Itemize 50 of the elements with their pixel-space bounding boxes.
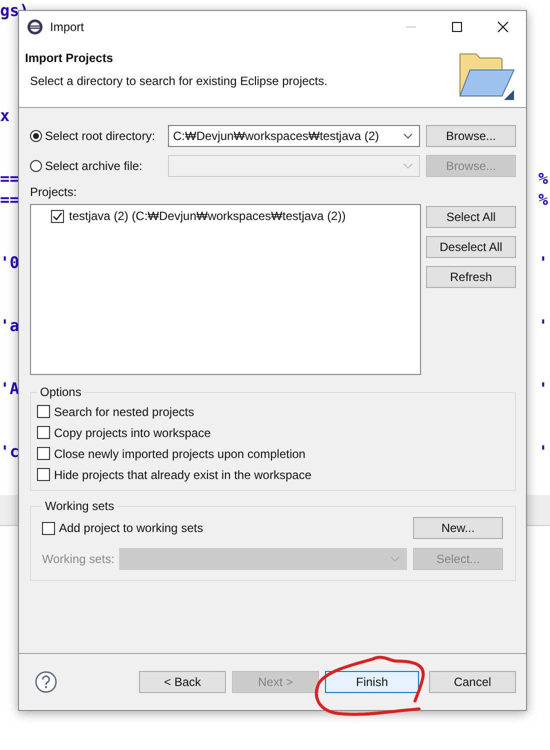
browse-button[interactable]: Browse...: [426, 125, 516, 147]
checkbox-label: Search for nested projects: [54, 404, 194, 418]
code-text: ': [538, 378, 548, 399]
project-item[interactable]: testjava (2) (C:₩Devjun₩workspaces₩testjava (2)): [69, 209, 346, 223]
code-text: 'a: [0, 315, 20, 336]
radio-label: Select root directory:: [45, 129, 156, 143]
code-text: 'c: [0, 441, 20, 462]
checkbox[interactable]: [37, 405, 50, 418]
code-text: ': [538, 315, 548, 336]
code-text: ==: [0, 189, 20, 210]
list-action-button[interactable]: Select All: [426, 206, 516, 228]
radio-button[interactable]: [30, 130, 42, 142]
code-text: ': [538, 252, 548, 273]
checkbox[interactable]: [51, 210, 64, 222]
combo-value: C:₩Devjun₩workspaces₩testjava (2): [173, 129, 380, 143]
chevron-icon: [403, 133, 413, 139]
window-title: Import: [50, 20, 84, 34]
path-combo-box[interactable]: C:₩Devjun₩workspaces₩testjava (2): [168, 125, 420, 147]
group-title: Options: [39, 385, 82, 399]
wizard-button[interactable]: Cancel: [429, 671, 516, 693]
code-text: ==: [0, 168, 20, 189]
checkbox-label: Hide projects that already exist in the workspace: [54, 468, 312, 482]
checkbox[interactable]: [37, 426, 50, 439]
checkbox[interactable]: [37, 447, 50, 460]
code-text: x: [0, 105, 10, 126]
chevron-icon: [390, 556, 400, 562]
list-action-button[interactable]: Deselect All: [426, 236, 516, 258]
page-description: Select a directory to search for existing Eclipse projects.: [29, 74, 328, 88]
list-action-button[interactable]: Refresh: [426, 266, 516, 288]
close-icon[interactable]: [497, 20, 509, 32]
checkbox[interactable]: [37, 468, 50, 481]
code-text: %: [538, 168, 548, 189]
code-text: ': [538, 441, 548, 462]
projects-label: Projects:: [30, 185, 78, 201]
field-label: Working sets:: [42, 552, 116, 566]
radio-label: Select archive file:: [45, 159, 142, 173]
code-text: %: [538, 189, 548, 210]
checkbox-label: Add project to working sets: [59, 521, 204, 535]
code-text: '0: [0, 252, 20, 273]
help-icon[interactable]: [35, 671, 57, 693]
checkbox-label: Close newly imported projects upon completion: [54, 446, 306, 460]
code-text: 'A: [0, 378, 20, 399]
group-title: Working sets: [44, 499, 116, 513]
checkbox-label: Copy projects into workspace: [54, 426, 211, 440]
page-title: Import Projects: [25, 51, 114, 65]
chevron-icon: [403, 163, 413, 169]
wizard-button[interactable]: < Back: [139, 671, 226, 693]
wizard-button[interactable]: Finish: [325, 671, 419, 693]
maximize-icon[interactable]: [451, 20, 463, 32]
app-icon: [27, 18, 43, 34]
